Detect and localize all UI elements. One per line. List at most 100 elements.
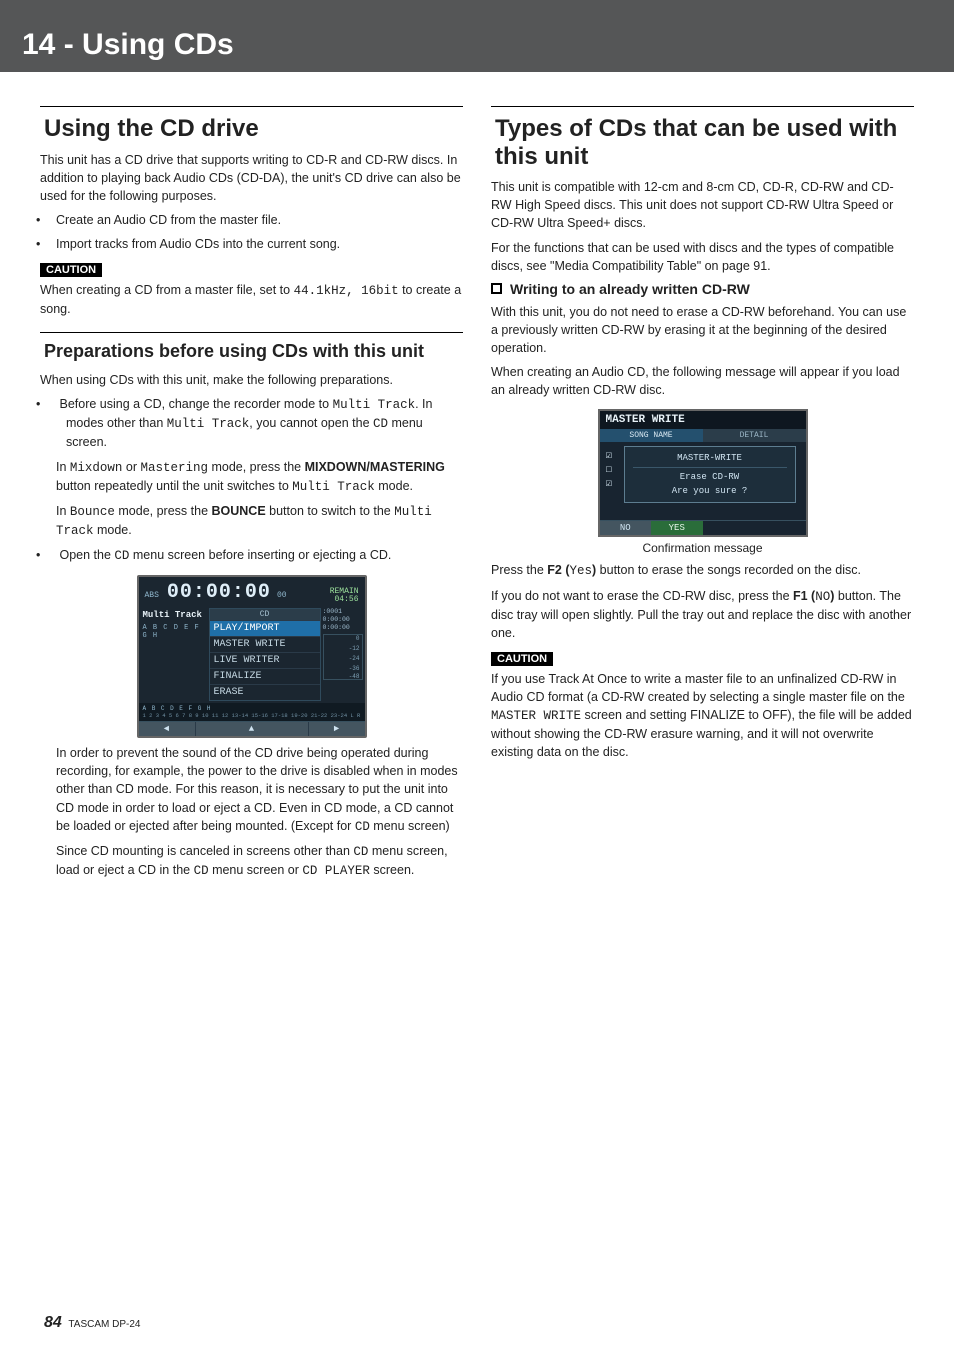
rule [491, 106, 914, 107]
chapter-banner: 14 - Using CDs [0, 0, 954, 72]
bullet-item: Create an Audio CD from the master file. [56, 211, 463, 229]
caution-text: When creating a CD from a master file, s… [40, 281, 463, 318]
tab-song-name[interactable]: SONG NAME [600, 429, 703, 442]
mono-text: Multi Track [292, 480, 375, 494]
menu-item-erase[interactable]: ERASE [210, 684, 320, 700]
mono-text: CD [373, 417, 388, 431]
bullet-item: Import tracks from Audio CDs into the cu… [56, 235, 463, 253]
text: menu screen before inserting or ejecting… [129, 548, 391, 562]
paragraph: When using CDs with this unit, make the … [40, 371, 463, 389]
caution-label: CAUTION [491, 652, 553, 666]
text: menu screen or [209, 863, 303, 877]
paragraph: When creating an Audio CD, the following… [491, 363, 914, 399]
caution-text: If you use Track At Once to write a mast… [491, 670, 914, 762]
text: or [122, 460, 140, 474]
mode-label: Multi Track [143, 610, 205, 620]
text: Before using a CD, change the recorder m… [59, 397, 332, 411]
dialog-line: MASTER-WRITE [625, 451, 795, 465]
no-button[interactable]: NO [600, 521, 652, 535]
page-footer: 84 TASCAM DP-24 [44, 1314, 140, 1332]
meter-tick: 0 [356, 635, 360, 642]
text: mode, press the [115, 504, 212, 518]
mono-text: CD PLAYER [302, 864, 370, 878]
bold-text: BOUNCE [212, 504, 266, 518]
screenshot-master-write: MASTER WRITE SONG NAME DETAIL ☑ ☐ ☑ MAST… [598, 409, 808, 537]
text: menu screen) [370, 819, 450, 833]
paragraph: For the functions that can be used with … [491, 239, 914, 275]
meter-tick: -24 [349, 655, 360, 662]
menu-item-finalize[interactable]: FINALIZE [210, 668, 320, 684]
bold-text: F2 ( [547, 563, 569, 577]
nav-up-icon[interactable]: ▲ [196, 722, 309, 736]
text: screen. [370, 863, 414, 877]
figure-cd-menu: ABS 00:00:00 00 REMAIN 04:56 Multi Track… [40, 575, 463, 738]
mono-text: CD [194, 864, 209, 878]
subsection-heading: Preparations before using CDs with this … [44, 341, 463, 363]
bullet-item: Before using a CD, change the recorder m… [56, 395, 463, 451]
mono-text: CD [114, 549, 129, 563]
time-ms: 00 [277, 591, 287, 600]
text: Open the [59, 548, 114, 562]
menu-item-play-import[interactable]: PLAY/IMPORT [210, 620, 320, 636]
sub-paragraph: Since CD mounting is canceled in screens… [56, 842, 463, 880]
nav-right-icon[interactable]: ► [309, 722, 365, 736]
mono-text: Bounce [70, 505, 115, 519]
paragraph: If you do not want to erase the CD-RW di… [491, 587, 914, 642]
bottom-letters: A B C D E F G H [143, 705, 361, 712]
counter-2: 0:00:00 [323, 616, 363, 624]
text: Since CD mounting is canceled in screens… [56, 844, 353, 858]
counter-1: :0001 [323, 608, 363, 616]
menu-item-live-writer[interactable]: LIVE WRITER [210, 652, 320, 668]
text: When creating a CD from a master file, s… [40, 283, 294, 297]
text: mode. [94, 523, 132, 537]
text: button to erase the songs recorded on th… [596, 563, 861, 577]
paragraph: This unit has a CD drive that supports w… [40, 151, 463, 205]
level-meter: 0 -12 -24 -36 -48 [323, 634, 363, 680]
menu-header: CD [210, 609, 320, 620]
square-bullet-icon [491, 283, 502, 294]
tab-detail[interactable]: DETAIL [703, 429, 806, 442]
abs-label: ABS [145, 591, 159, 600]
screenshot-cd-menu: ABS 00:00:00 00 REMAIN 04:56 Multi Track… [137, 575, 367, 738]
bold-text: F1 ( [793, 589, 815, 603]
text: mode. [375, 479, 413, 493]
bullet-item: Open the CD menu screen before inserting… [56, 546, 463, 565]
confirm-dialog: MASTER-WRITE Erase CD-RW Are you sure ? [624, 446, 796, 503]
text: In [56, 460, 70, 474]
time-display: 00:00:00 [167, 581, 271, 604]
rule [40, 106, 463, 107]
nav-left-icon[interactable]: ◄ [139, 722, 196, 736]
model-name: TASCAM DP-24 [68, 1319, 140, 1330]
meter-tick: -12 [349, 645, 360, 652]
text: If you do not want to erase the CD-RW di… [491, 589, 793, 603]
dialog-title: MASTER WRITE [600, 411, 806, 429]
mono-text: CD [355, 820, 370, 834]
sub-paragraph: In order to prevent the sound of the CD … [56, 744, 463, 836]
text: button to switch to the [266, 504, 395, 518]
mono-text: Mixdown [70, 461, 123, 475]
mini-heading-text: Writing to an already written CD-RW [510, 281, 750, 297]
dialog-line: Erase CD-RW [625, 470, 795, 484]
bold-text: MIXDOWN/MASTERING [305, 460, 445, 474]
bottom-numbers: 1 2 3 4 5 6 7 8 9 10 11 12 13-14 15-16 1… [143, 712, 361, 719]
chapter-title: 14 - Using CDs [22, 28, 932, 62]
paragraph: This unit is compatible with 12-cm and 8… [491, 178, 914, 232]
mono-text: Multi Track [333, 398, 416, 412]
track-letters: A B C D E F G H [143, 624, 205, 640]
menu-item-master-write[interactable]: MASTER WRITE [210, 636, 320, 652]
yes-button[interactable]: YES [651, 521, 703, 535]
page-number: 84 [44, 1314, 62, 1331]
meter-tick: -36 [349, 665, 360, 672]
mini-heading: Writing to an already written CD-RW [491, 281, 914, 297]
mono-text: Multi Track [167, 417, 250, 431]
text: Press the [491, 563, 547, 577]
paragraph: With this unit, you do not need to erase… [491, 303, 914, 357]
rule [40, 332, 463, 333]
text: button repeatedly until the unit switche… [56, 479, 292, 493]
sub-paragraph: In Bounce mode, press the BOUNCE button … [56, 502, 463, 540]
figure-confirmation: MASTER WRITE SONG NAME DETAIL ☑ ☐ ☑ MAST… [491, 409, 914, 555]
text: , you cannot open the [249, 416, 373, 430]
mono-text: NO [815, 590, 830, 604]
figure-caption: Confirmation message [491, 541, 914, 555]
sub-paragraph: In Mixdown or Mastering mode, press the … [56, 458, 463, 496]
